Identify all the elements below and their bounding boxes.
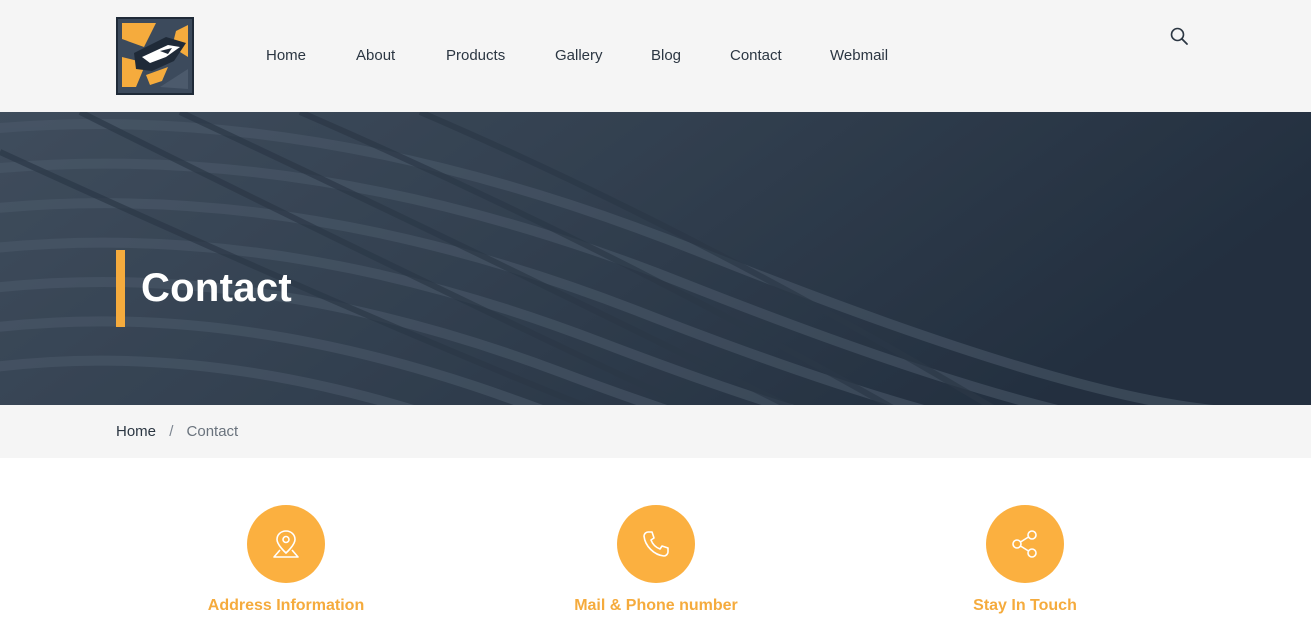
breadcrumb-home-link[interactable]: Home — [116, 423, 156, 440]
hero-banner: Contact — [0, 112, 1311, 405]
site-header: Home About Products Gallery Blog Contact… — [0, 0, 1311, 112]
info-card-contact: Mail & Phone number — [536, 505, 776, 615]
nav-item-products[interactable]: Products — [446, 47, 505, 64]
map-pin-icon — [247, 505, 325, 583]
page-title: Contact — [141, 266, 292, 310]
nav-item-home[interactable]: Home — [266, 47, 306, 64]
nav-item-gallery[interactable]: Gallery — [555, 47, 603, 64]
nav-item-blog[interactable]: Blog — [651, 47, 681, 64]
info-card-address: Address Information — [166, 505, 406, 615]
info-card-title: Address Information — [207, 597, 365, 614]
breadcrumb-current: Contact — [186, 423, 239, 440]
wolf-logo-icon[interactable] — [116, 17, 194, 95]
nav-item-contact[interactable]: Contact — [730, 47, 782, 64]
breadcrumb-separator: / — [169, 423, 174, 440]
breadcrumb: Home / Contact — [116, 423, 238, 440]
breadcrumb-bar: Home / Contact — [0, 405, 1311, 458]
info-card-title: Mail & Phone number — [574, 597, 738, 614]
search-icon[interactable] — [1169, 26, 1189, 46]
info-card-title: Stay In Touch — [973, 597, 1077, 614]
nav-item-about[interactable]: About — [356, 47, 395, 64]
nav-item-webmail[interactable]: Webmail — [830, 47, 888, 64]
info-card-social: Stay In Touch — [905, 505, 1145, 615]
hero-accent-bar — [116, 250, 125, 327]
phone-icon — [617, 505, 695, 583]
hero-background-image — [0, 112, 1311, 405]
share-icon — [986, 505, 1064, 583]
